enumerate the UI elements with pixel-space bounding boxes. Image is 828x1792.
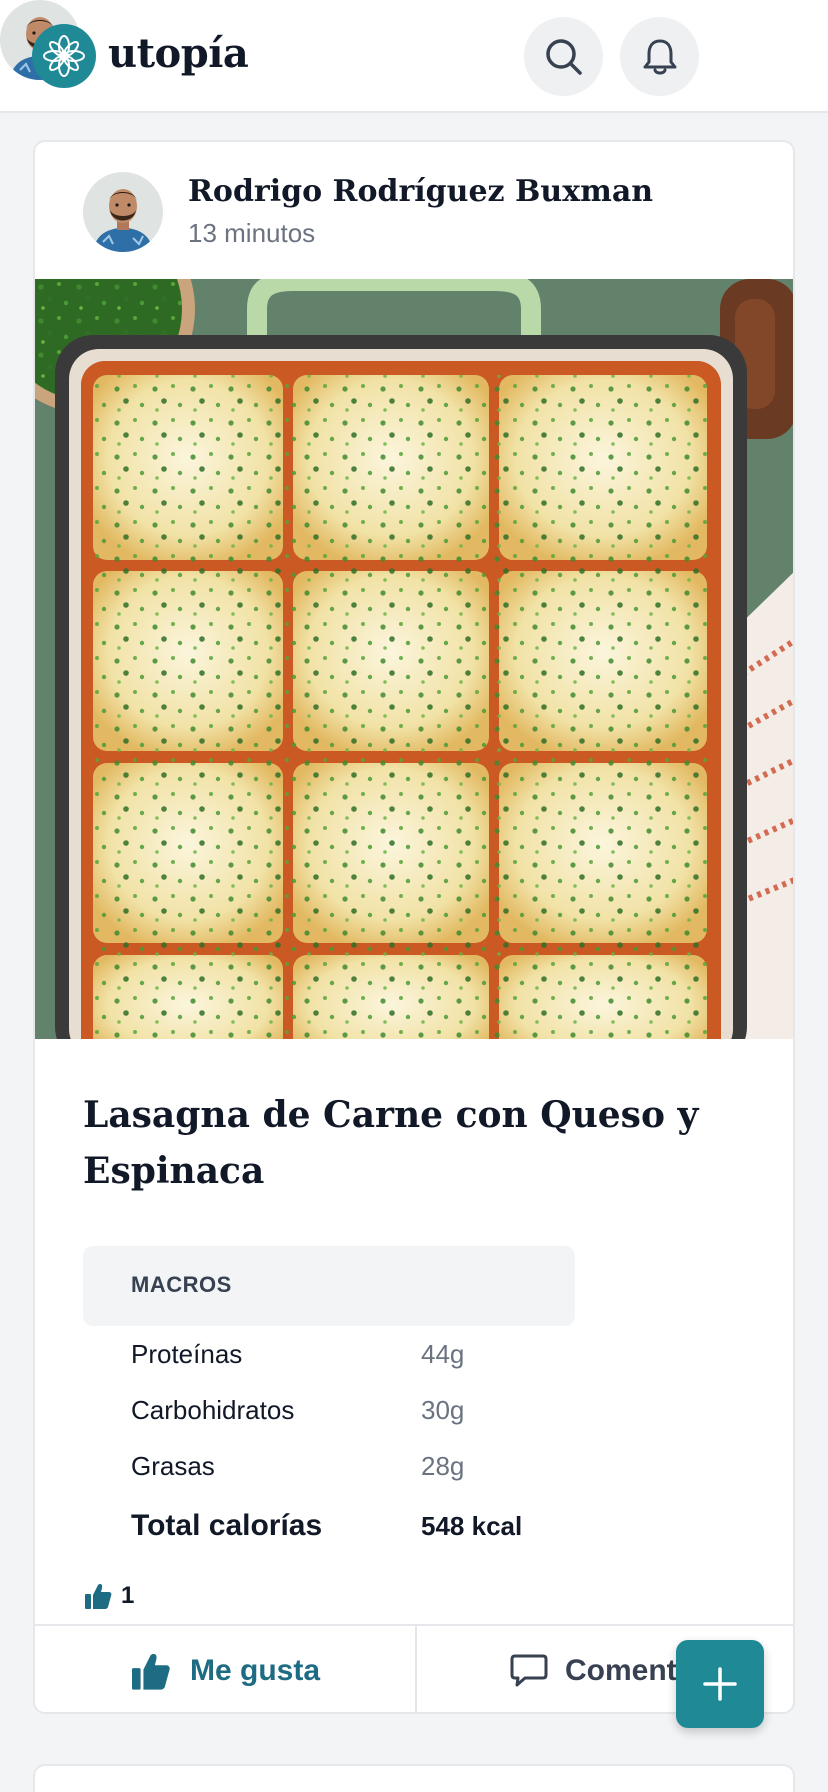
post-timestamp: 13 minutos	[188, 218, 316, 248]
macro-row-protein: Proteínas 44g	[83, 1334, 683, 1374]
macro-row-fat: Grasas 28g	[83, 1446, 683, 1486]
like-summary[interactable]: 1	[83, 1576, 134, 1616]
macro-label: Proteínas	[131, 1339, 243, 1369]
create-post-button[interactable]	[676, 1640, 764, 1728]
plus-icon	[703, 1667, 737, 1701]
thumbs-up-icon	[85, 1584, 112, 1609]
search-button[interactable]	[524, 17, 603, 96]
macro-label: Carbohidratos	[131, 1395, 295, 1425]
search-icon	[545, 38, 582, 75]
flower-logo-icon[interactable]	[32, 24, 96, 88]
next-post-card	[33, 1764, 795, 1792]
author-name[interactable]: Rodrigo Rodríguez Buxman	[188, 172, 653, 212]
macro-label: Grasas	[131, 1451, 215, 1481]
bell-icon	[643, 39, 676, 74]
recipe-post-card: Rodrigo Rodríguez Buxman 13 minutos Lasa…	[33, 140, 795, 1714]
macro-row-total-calories: Total calorías 548 kcal	[83, 1506, 683, 1546]
macro-value: 30g	[421, 1395, 465, 1425]
recipe-title[interactable]: Lasagna de Carne con Queso y Espinaca	[83, 1087, 723, 1199]
author-avatar[interactable]	[83, 172, 163, 252]
macros-heading: MACROS	[131, 1272, 232, 1297]
macro-row-carbs: Carbohidratos 30g	[83, 1390, 683, 1430]
recipe-photo[interactable]	[35, 279, 793, 1039]
app-name[interactable]: utopía	[108, 24, 249, 84]
like-button[interactable]: Me gusta	[35, 1626, 417, 1712]
macros-header: MACROS	[83, 1246, 575, 1326]
macro-value: 44g	[421, 1339, 465, 1369]
top-bar: utopía	[0, 0, 828, 113]
like-count: 1	[121, 1582, 135, 1609]
macro-total-value: 548 kcal	[421, 1511, 523, 1541]
macro-total-label: Total calorías	[131, 1509, 323, 1542]
comment-icon	[510, 1654, 548, 1687]
macro-value: 28g	[421, 1451, 465, 1481]
like-button-label: Me gusta	[189, 1654, 321, 1687]
thumbs-up-icon	[131, 1653, 170, 1690]
notifications-button[interactable]	[620, 17, 699, 96]
